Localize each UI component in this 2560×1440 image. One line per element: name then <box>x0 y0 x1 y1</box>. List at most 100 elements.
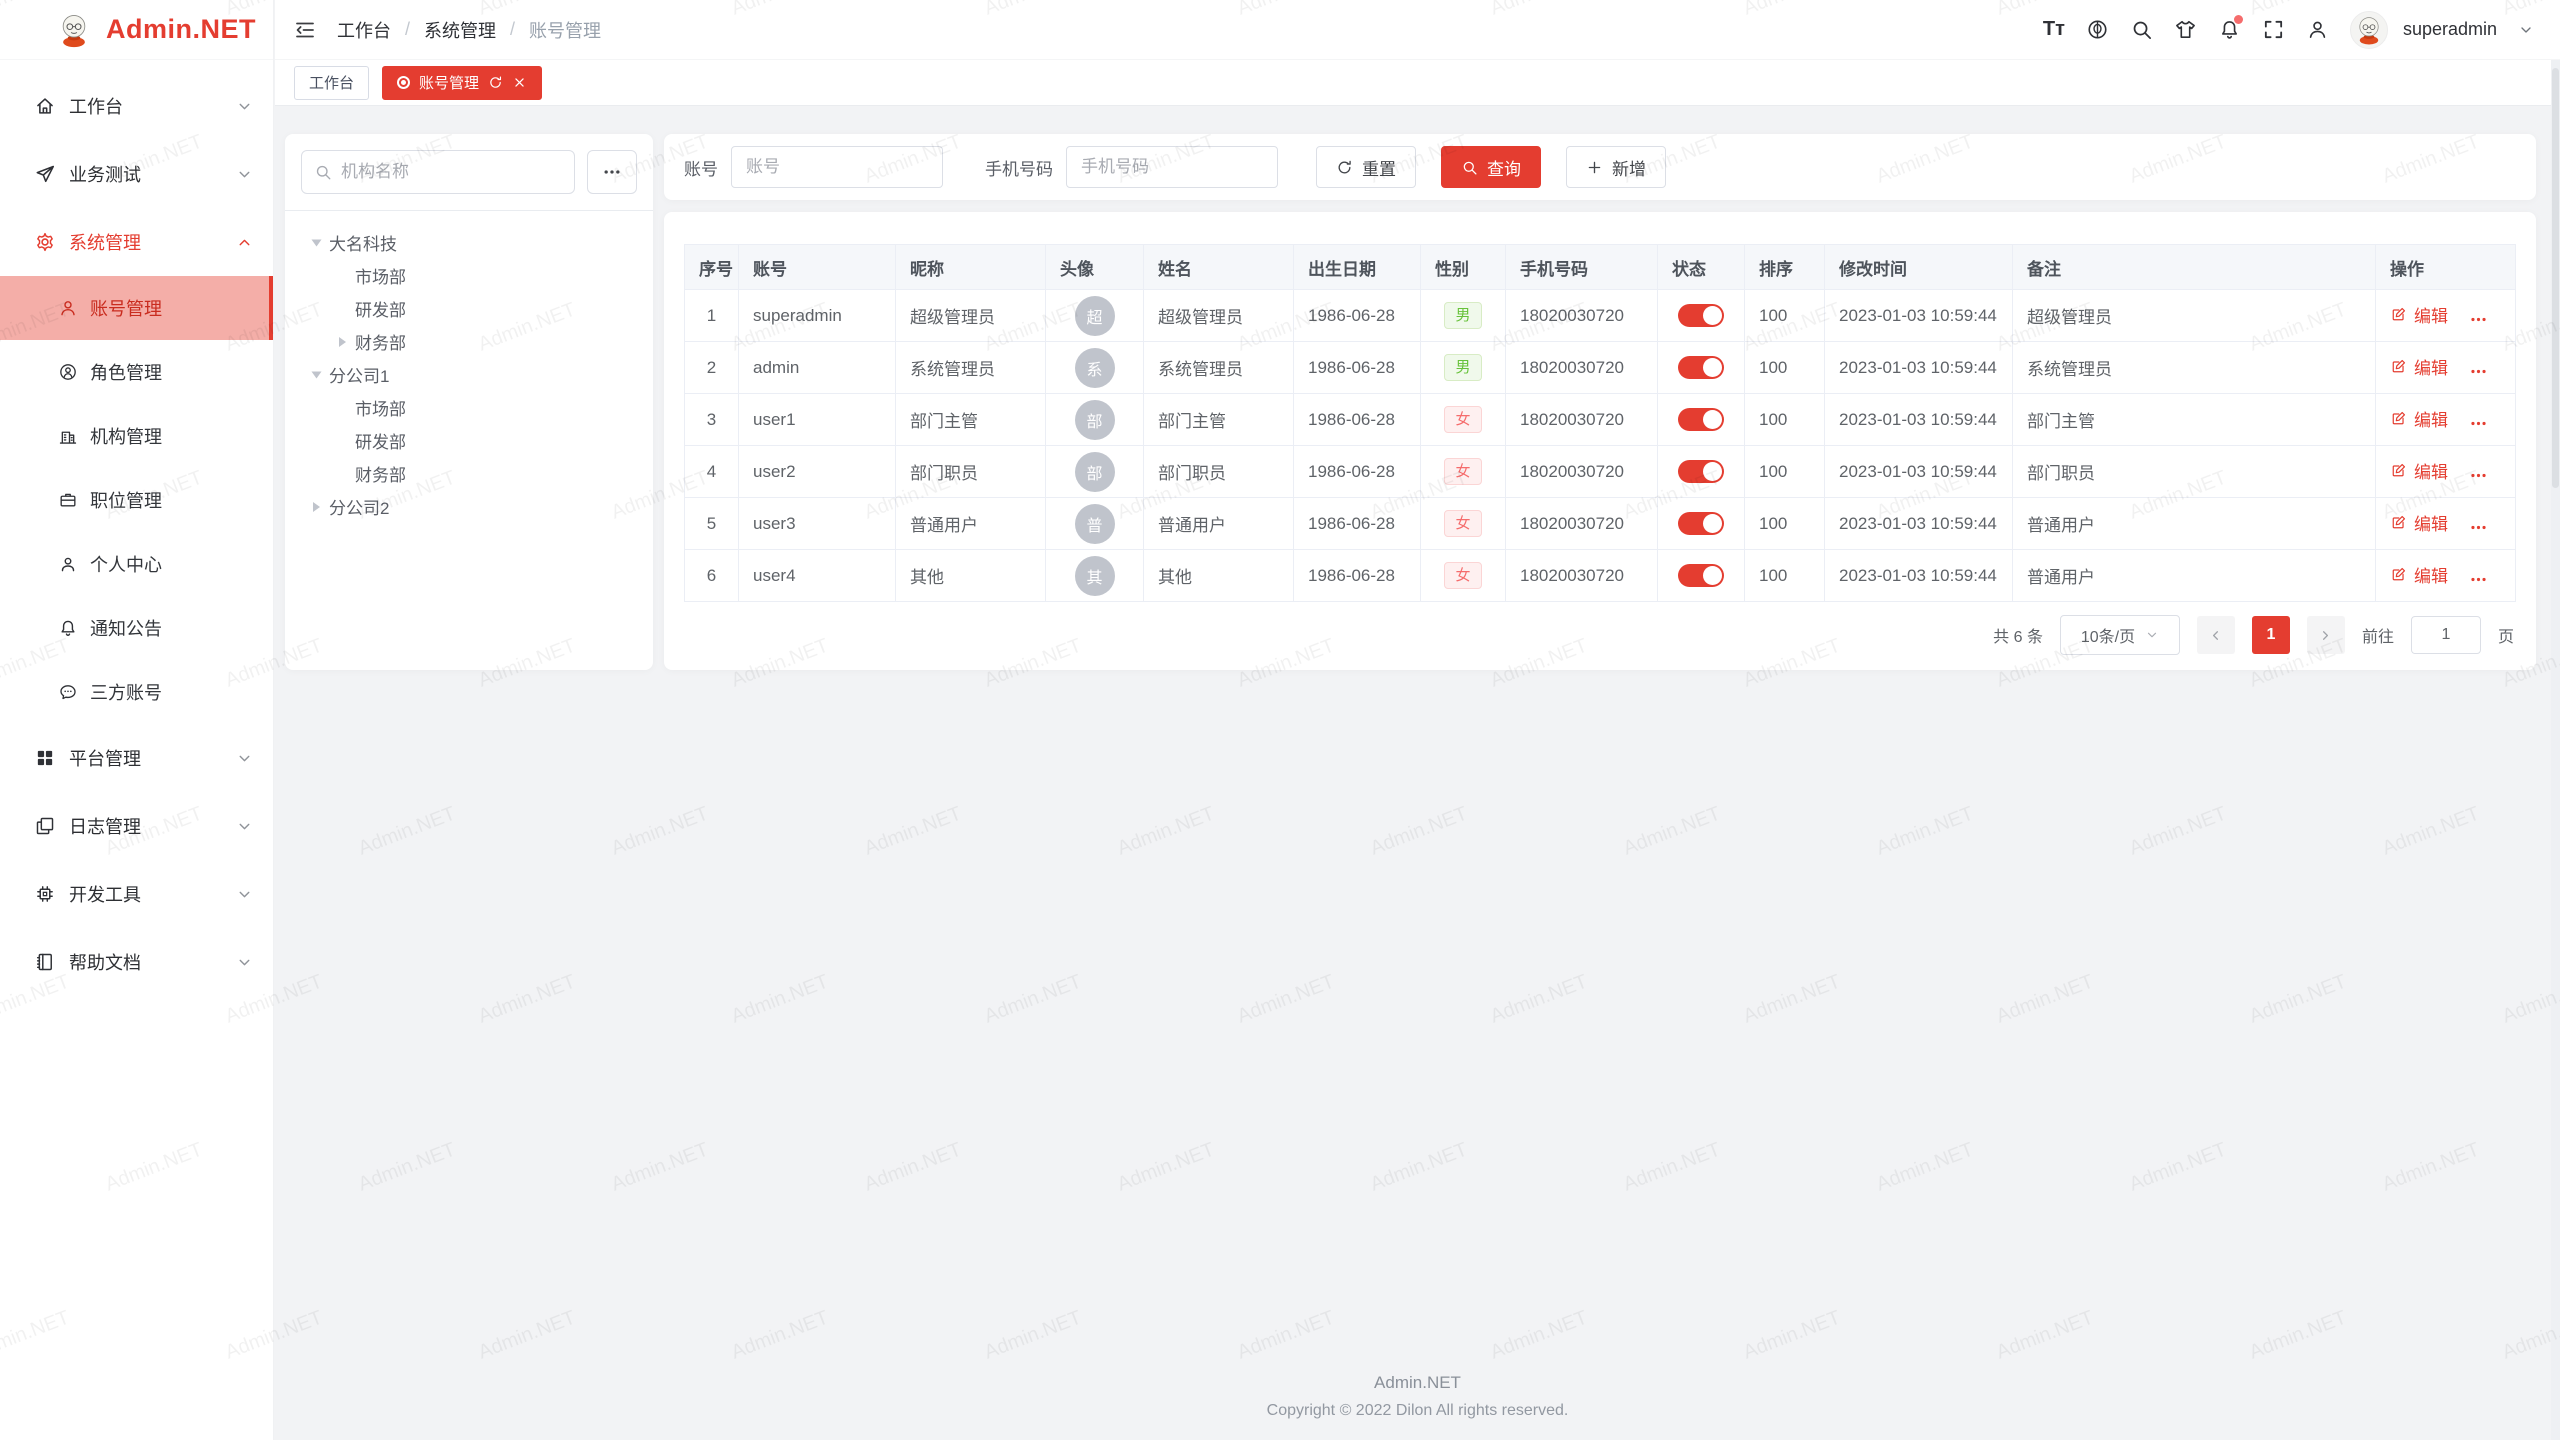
tree-node[interactable]: 市场部 <box>295 391 643 424</box>
sidebar-menu-item[interactable]: 开发工具 <box>0 860 273 928</box>
column-header: 手机号码 <box>1506 245 1658 290</box>
breadcrumb-item[interactable]: 工作台 <box>337 17 391 43</box>
caret-icon[interactable] <box>313 502 320 512</box>
status-toggle[interactable] <box>1678 460 1724 483</box>
sidebar-menu-item[interactable]: 业务测试 <box>0 140 273 208</box>
sidebar-menu-item[interactable]: 角色管理 <box>0 340 273 404</box>
edit-button[interactable]: 编辑 <box>2390 458 2448 483</box>
ellipsis-icon <box>602 162 622 182</box>
menu-fold-icon[interactable] <box>293 18 317 42</box>
breadcrumb-item[interactable]: 账号管理 <box>529 17 601 43</box>
reset-button[interactable]: 重置 <box>1316 146 1416 188</box>
status-toggle[interactable] <box>1678 304 1724 327</box>
menu-item-icon <box>34 883 56 905</box>
sidebar-menu-item[interactable]: 机构管理 <box>0 404 273 468</box>
edit-button[interactable]: 编辑 <box>2390 406 2448 431</box>
cell-actions: 编辑 <box>2376 342 2516 394</box>
column-header: 昵称 <box>896 245 1046 290</box>
sidebar-menu-item[interactable]: 系统管理 <box>0 208 273 276</box>
notifications-button[interactable] <box>2218 18 2241 41</box>
cell-nickname: 普通用户 <box>896 498 1046 550</box>
edit-button[interactable]: 编辑 <box>2390 562 2448 587</box>
sidebar-menu-item[interactable]: 平台管理 <box>0 724 273 792</box>
cell-order: 100 <box>1745 550 1825 602</box>
tree-node[interactable]: 研发部 <box>295 424 643 457</box>
table-row: 1 superadmin 超级管理员 超 超级管理员 1986-06-28 男 … <box>685 290 2516 342</box>
tree-node[interactable]: 财务部 <box>295 325 643 358</box>
user-menu-chevron-icon[interactable] <box>2518 22 2534 38</box>
status-toggle[interactable] <box>1678 512 1724 535</box>
account-input[interactable] <box>731 146 943 188</box>
search-icon[interactable] <box>2130 18 2153 41</box>
caret-icon[interactable] <box>339 337 346 347</box>
status-toggle[interactable] <box>1678 564 1724 587</box>
menu-item-label: 三方账号 <box>90 679 253 705</box>
gender-tag: 男 <box>1444 302 1481 329</box>
sidebar-menu-item[interactable]: 日志管理 <box>0 792 273 860</box>
status-toggle[interactable] <box>1678 408 1724 431</box>
edit-button[interactable]: 编辑 <box>2390 302 2448 327</box>
org-more-button[interactable] <box>587 150 637 194</box>
user-avatar[interactable] <box>2350 11 2388 49</box>
page-size-select[interactable]: 10条/页 <box>2060 615 2180 655</box>
column-header: 状态 <box>1658 245 1745 290</box>
phone-input[interactable] <box>1066 146 1278 188</box>
edit-icon <box>2390 462 2407 479</box>
font-size-icon[interactable]: Tт <box>2043 18 2065 41</box>
edit-button[interactable]: 编辑 <box>2390 354 2448 379</box>
prev-page-button[interactable] <box>2197 616 2235 654</box>
add-button[interactable]: 新增 <box>1566 146 1666 188</box>
tree-node[interactable]: 大名科技 <box>295 226 643 259</box>
next-page-button[interactable] <box>2307 616 2345 654</box>
view-tab[interactable]: 账号管理 <box>382 66 542 100</box>
tree-node[interactable]: 市场部 <box>295 259 643 292</box>
tab-close-icon[interactable] <box>512 75 527 90</box>
page-size-value: 10条/页 <box>2081 623 2135 647</box>
scrollbar-thumb[interactable] <box>2552 68 2559 488</box>
sidebar-menu-item[interactable]: 通知公告 <box>0 596 273 660</box>
row-more-icon[interactable] <box>2469 310 2488 329</box>
username[interactable]: superadmin <box>2403 19 2497 40</box>
tree-node[interactable]: 分公司2 <box>295 490 643 523</box>
sidebar-menu-item[interactable]: 职位管理 <box>0 468 273 532</box>
app-logo[interactable]: Admin.NET <box>0 0 273 60</box>
org-search-input[interactable] <box>341 162 562 182</box>
cell-index: 2 <box>685 342 739 394</box>
breadcrumb-item[interactable]: 系统管理 <box>424 17 496 43</box>
theme-icon[interactable] <box>2174 18 2197 41</box>
tree-node[interactable]: 分公司1 <box>295 358 643 391</box>
sidebar-menu-item[interactable]: 个人中心 <box>0 532 273 596</box>
sidebar-menu-item[interactable]: 三方账号 <box>0 660 273 724</box>
sidebar-menu-item[interactable]: 账号管理 <box>0 276 273 340</box>
row-more-icon[interactable] <box>2469 570 2488 589</box>
fullscreen-icon[interactable] <box>2262 18 2285 41</box>
query-button[interactable]: 查询 <box>1441 146 1541 188</box>
view-tab[interactable]: 工作台 <box>294 66 369 100</box>
user-icon[interactable] <box>2306 18 2329 41</box>
org-search-field[interactable] <box>301 150 575 194</box>
cell-phone: 18020030720 <box>1506 394 1658 446</box>
avatar: 其 <box>1075 556 1115 596</box>
current-page-button[interactable]: 1 <box>2252 616 2290 654</box>
row-more-icon[interactable] <box>2469 466 2488 485</box>
cell-modified-time: 2023-01-03 10:59:44 <box>1825 550 2013 602</box>
cell-status <box>1658 342 1745 394</box>
edit-button[interactable]: 编辑 <box>2390 510 2448 535</box>
row-more-icon[interactable] <box>2469 518 2488 537</box>
caret-icon[interactable] <box>312 371 322 378</box>
status-toggle[interactable] <box>1678 356 1724 379</box>
row-more-icon[interactable] <box>2469 362 2488 381</box>
table-row: 2 admin 系统管理员 系 系统管理员 1986-06-28 男 18020… <box>685 342 2516 394</box>
tab-refresh-icon[interactable] <box>488 75 503 90</box>
avatar: 普 <box>1075 504 1115 544</box>
row-more-icon[interactable] <box>2469 414 2488 433</box>
scrollbar[interactable] <box>2551 60 2560 1440</box>
language-icon[interactable] <box>2086 18 2109 41</box>
tree-node[interactable]: 研发部 <box>295 292 643 325</box>
edit-label: 编辑 <box>2414 510 2448 535</box>
caret-icon[interactable] <box>312 239 322 246</box>
goto-page-input[interactable] <box>2411 616 2481 654</box>
sidebar-menu-item[interactable]: 工作台 <box>0 72 273 140</box>
tree-node[interactable]: 财务部 <box>295 457 643 490</box>
sidebar-menu-item[interactable]: 帮助文档 <box>0 928 273 996</box>
